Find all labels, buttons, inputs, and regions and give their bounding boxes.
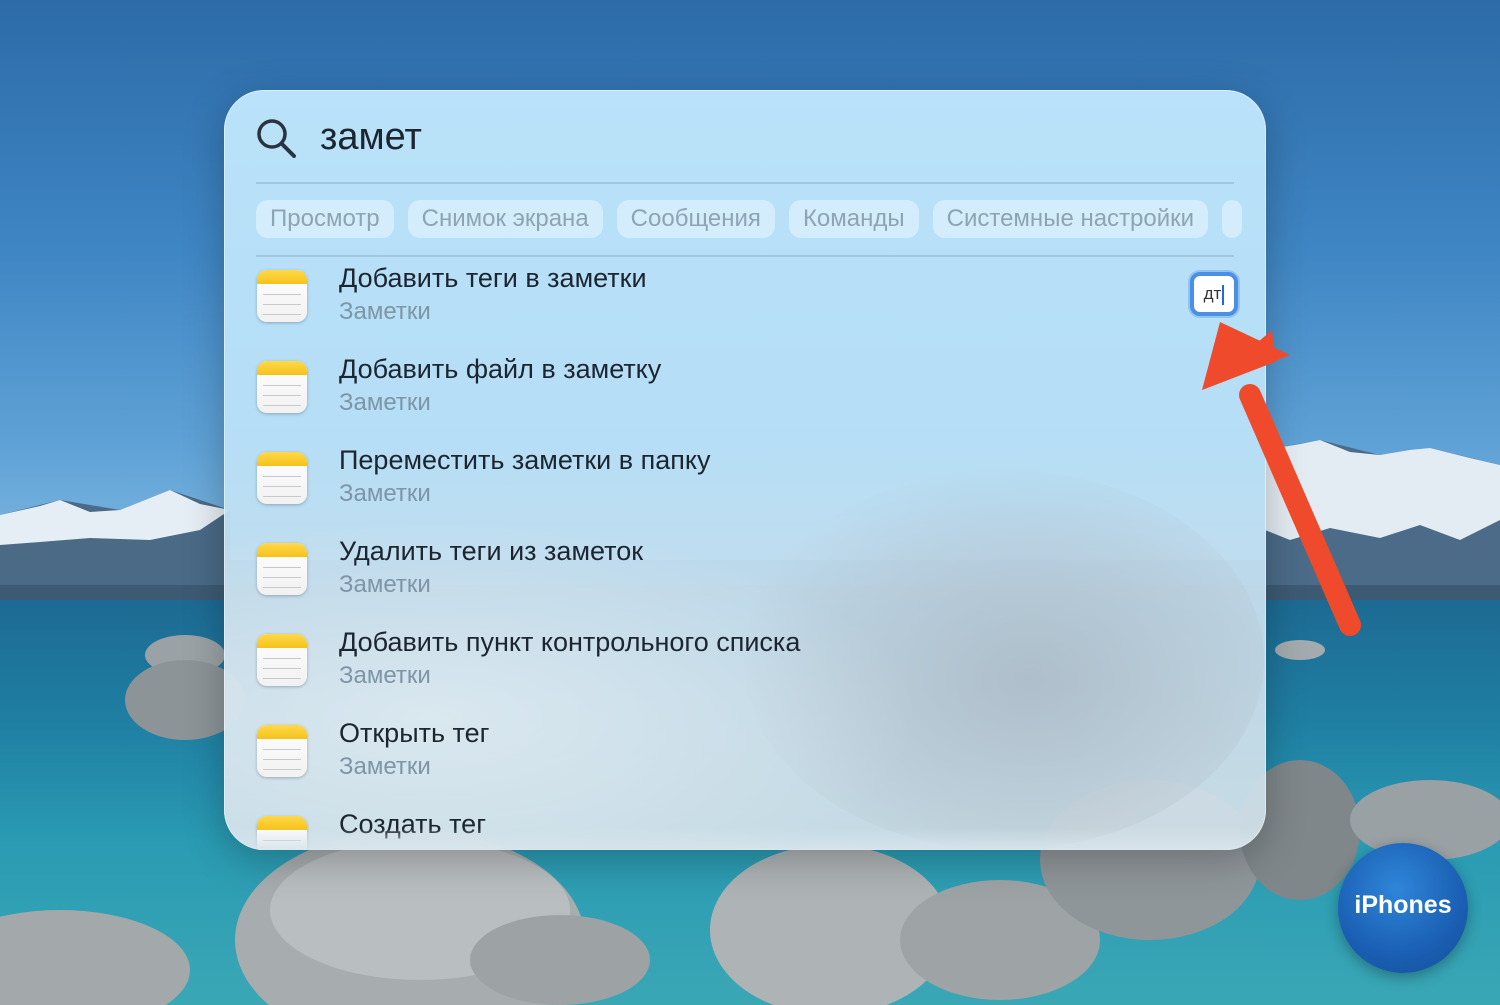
result-title: Переместить заметки в папку: [339, 445, 711, 475]
search-bar: [224, 90, 1266, 182]
notes-app-icon: [257, 452, 307, 504]
arrow-pointer: [1202, 322, 1361, 636]
result-subtitle: Заметки: [339, 662, 431, 689]
bottom-fade: [224, 828, 1266, 850]
notes-app-icon: [257, 543, 307, 595]
result-item[interactable]: Добавить теги в заметки Заметки: [224, 260, 1266, 351]
result-subtitle: Заметки: [339, 753, 431, 780]
spotlight-window: Просмотр Снимок экрана Сообщения Команды…: [224, 90, 1266, 850]
notes-app-icon: [257, 634, 307, 686]
search-icon: [257, 119, 296, 158]
chip-shortcuts[interactable]: Команды: [788, 200, 919, 238]
chip-overflow[interactable]: [1222, 200, 1243, 238]
chip-preview[interactable]: Просмотр: [256, 200, 394, 238]
site-watermark: iPhones: [1338, 843, 1468, 973]
result-subtitle: Заметки: [339, 389, 431, 416]
result-item[interactable]: Добавить пункт контрольного списка Замет…: [224, 624, 1266, 715]
result-subtitle: Заметки: [339, 571, 431, 598]
result-item[interactable]: Удалить теги из заметок Заметки: [224, 533, 1266, 624]
chip-system-settings[interactable]: Системные настройки: [932, 200, 1209, 238]
notes-app-icon: [257, 361, 307, 413]
result-item[interactable]: Открыть тег Заметки: [224, 715, 1266, 806]
result-item[interactable]: Добавить файл в заметку Заметки: [224, 351, 1266, 442]
filter-chips: Просмотр Снимок экрана Сообщения Команды…: [256, 200, 1266, 240]
result-title: Добавить теги в заметки: [339, 263, 647, 293]
result-item[interactable]: Переместить заметки в папку Заметки: [224, 442, 1266, 533]
result-title: Добавить пункт контрольного списка: [339, 627, 801, 657]
result-subtitle: Заметки: [339, 480, 431, 507]
notes-app-icon: [257, 725, 307, 777]
result-title: Удалить теги из заметок: [339, 536, 644, 566]
chip-messages[interactable]: Сообщения: [616, 200, 775, 238]
divider: [256, 182, 1234, 184]
search-input[interactable]: [320, 112, 1020, 162]
result-title: Открыть тег: [339, 718, 490, 748]
result-subtitle: Заметки: [339, 298, 431, 325]
divider: [256, 255, 1234, 257]
result-title: Добавить файл в заметку: [339, 354, 662, 384]
notes-app-icon: [257, 270, 307, 322]
chip-screenshot[interactable]: Снимок экрана: [407, 200, 603, 238]
watermark-text: iPhones: [1354, 891, 1452, 919]
